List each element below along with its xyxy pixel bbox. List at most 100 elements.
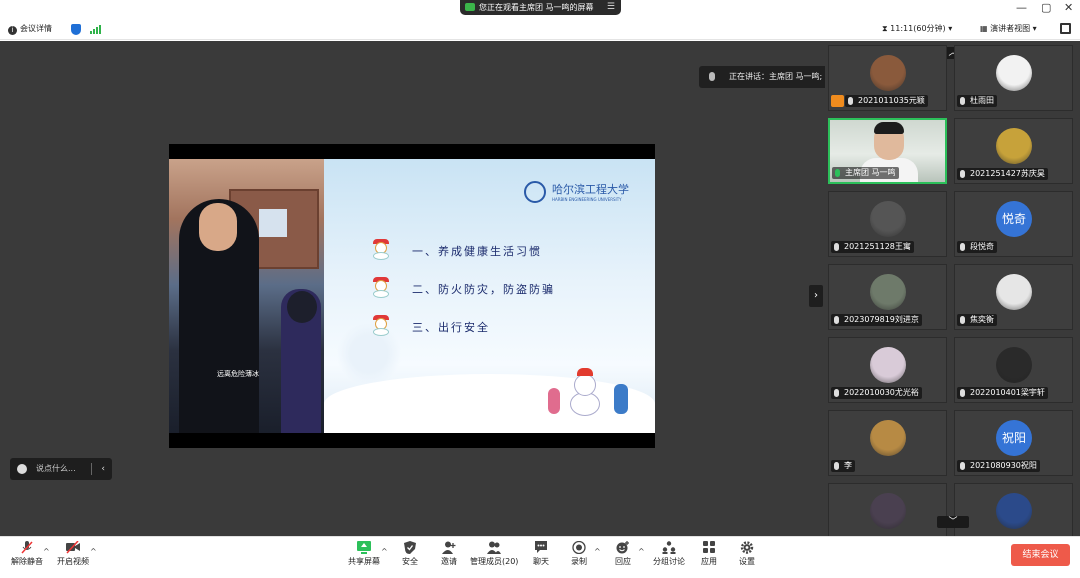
- reactions-options-caret[interactable]: ^: [638, 547, 645, 556]
- chat-button[interactable]: 聊天: [529, 541, 553, 575]
- invite-button[interactable]: 邀请: [437, 541, 461, 575]
- end-meeting-button[interactable]: 结束会议: [1011, 544, 1070, 566]
- participant-tile[interactable]: [828, 483, 947, 536]
- participant-tile[interactable]: 2023079819刘进京: [828, 264, 947, 330]
- participant-name: 2021251128王寓: [844, 242, 911, 251]
- chat-bubble-icon: [535, 541, 547, 553]
- share-options-caret[interactable]: ^: [381, 547, 388, 556]
- participant-avatar: [870, 493, 906, 529]
- participant-name-tag: 2021251427苏庆昊: [957, 168, 1048, 180]
- apps-button[interactable]: 应用: [697, 541, 721, 575]
- participant-name: 2022010401梁宇轩: [970, 388, 1045, 397]
- participant-name-tag: 2023079819刘进京: [831, 314, 922, 326]
- reactions-label: 回应: [615, 557, 631, 566]
- participant-tile[interactable]: 杜雨田: [954, 45, 1073, 111]
- collapse-chat-icon[interactable]: ‹: [101, 458, 105, 480]
- snowman-icon: [370, 315, 392, 337]
- members-icon: [487, 541, 501, 554]
- participant-tile[interactable]: 2022010401梁宇轩: [954, 337, 1073, 403]
- menu-icon[interactable]: ☰: [607, 3, 615, 12]
- security-button[interactable]: 安全: [398, 541, 422, 575]
- gallery-scroll-down-button[interactable]: ﹀: [937, 516, 969, 528]
- manage-members-button[interactable]: 管理成员(20): [470, 541, 518, 575]
- screen-share-icon: [465, 3, 475, 11]
- mic-icon: [848, 97, 853, 105]
- participant-avatar: [996, 128, 1032, 164]
- share-screen-button[interactable]: 共享屏幕: [347, 541, 381, 575]
- record-options-caret[interactable]: ^: [594, 547, 601, 556]
- network-signal-icon[interactable]: [90, 25, 101, 34]
- apps-label: 应用: [701, 557, 717, 566]
- maximize-button[interactable]: ▢: [1041, 2, 1051, 14]
- meeting-info-button[interactable]: i 会议详情: [8, 23, 52, 35]
- participant-name: 2021011035元颖: [858, 96, 925, 105]
- fullscreen-icon[interactable]: [1060, 23, 1071, 34]
- record-label: 录制: [571, 557, 587, 566]
- snowman-icon: [370, 277, 392, 299]
- unmute-button[interactable]: 解除静音: [10, 541, 44, 575]
- shield-icon: [404, 541, 416, 554]
- audio-options-caret[interactable]: ^: [43, 547, 50, 556]
- share-screen-label: 共享屏幕: [348, 557, 380, 566]
- participant-tile[interactable]: 2021011035元颖: [828, 45, 947, 111]
- security-label: 安全: [402, 557, 418, 566]
- chat-input[interactable]: 说点什么... ‹: [10, 458, 112, 480]
- meeting-timer-text: 11:11(60分钟): [890, 24, 946, 33]
- participant-gallery: ︿ 2021011035元颖 杜雨田 主席团 马一鸣 2021251427苏庆昊 2021…: [825, 41, 1080, 536]
- reactions-button[interactable]: 回应: [611, 541, 635, 575]
- participant-tile[interactable]: 焦奕衡: [954, 264, 1073, 330]
- participant-avatar: [996, 493, 1032, 529]
- gear-icon: [740, 541, 754, 554]
- mic-icon: [834, 243, 839, 251]
- mic-icon: [709, 72, 715, 81]
- mic-icon: [834, 316, 839, 324]
- participant-avatar: [870, 347, 906, 383]
- shared-screen-area: 正在讲话：主席团 马一鸣; 远离危险薄冰 哈尔滨工程大学 HARBIN ENGI…: [0, 41, 859, 536]
- university-name: 哈尔滨工程大学: [552, 183, 629, 196]
- participant-name: 杜雨田: [970, 96, 994, 105]
- top-bar: 您正在观看主席团 马一鸣的屏幕 ☰ — ▢ ✕ i 会议详情 ⧗ 11:11(60…: [0, 0, 1080, 40]
- breakout-label: 分组讨论: [653, 557, 685, 566]
- participant-avatar: [996, 274, 1032, 310]
- breakout-button[interactable]: 分组讨论: [652, 541, 686, 575]
- record-icon: [572, 541, 586, 554]
- minimize-button[interactable]: —: [1016, 2, 1027, 14]
- meeting-timer[interactable]: ⧗ 11:11(60分钟) ▾: [882, 23, 952, 35]
- settings-label: 设置: [739, 557, 755, 566]
- participant-tile[interactable]: 2021251427苏庆昊: [954, 118, 1073, 184]
- video-caption: 远离危险薄冰: [217, 370, 259, 378]
- mic-icon: [834, 389, 839, 397]
- security-shield-icon[interactable]: [71, 24, 81, 35]
- snowman-icon: [370, 239, 392, 261]
- chat-label: 聊天: [533, 557, 549, 566]
- settings-button[interactable]: 设置: [735, 541, 759, 575]
- video-options-caret[interactable]: ^: [90, 547, 97, 556]
- participant-tile[interactable]: 祝阳 2021080930祝阳: [954, 410, 1073, 476]
- participant-tile[interactable]: 2022010030尤光裕: [828, 337, 947, 403]
- participant-tile[interactable]: [954, 483, 1073, 536]
- record-button[interactable]: 录制: [567, 541, 591, 575]
- participant-tile[interactable]: 悦奇 段悦奇: [954, 191, 1073, 257]
- screen-share-notice[interactable]: 您正在观看主席团 马一鸣的屏幕 ☰: [460, 0, 621, 15]
- participant-name-tag: 杜雨田: [957, 95, 997, 107]
- embedded-video: 远离危险薄冰: [169, 159, 324, 433]
- mic-icon: [834, 462, 839, 470]
- emoji-icon[interactable]: [17, 464, 27, 474]
- close-button[interactable]: ✕: [1064, 2, 1073, 14]
- toggle-gallery-button[interactable]: ›: [809, 285, 823, 307]
- view-mode-dropdown[interactable]: ▦ 演讲者视图 ▾: [980, 23, 1037, 35]
- start-video-button[interactable]: 开启视频: [56, 541, 90, 575]
- unmute-label: 解除静音: [11, 557, 43, 566]
- participant-name: 焦奕衡: [970, 315, 994, 324]
- participant-tile[interactable]: 主席团 马一鸣: [828, 118, 947, 184]
- reaction-emoji-icon: [616, 541, 629, 554]
- participant-avatar: [996, 55, 1032, 91]
- participant-tile[interactable]: 2021251128王寓: [828, 191, 947, 257]
- layout-icon: ▦: [980, 24, 991, 33]
- participant-name-tag: 2021080930祝阳: [957, 460, 1040, 472]
- participant-name: 2022010030尤光裕: [844, 388, 919, 397]
- slide-item-2: 二、防火防灾，防盗防骗: [412, 283, 555, 296]
- participant-tile[interactable]: 李: [828, 410, 947, 476]
- participant-name-tag: 焦奕衡: [957, 314, 997, 326]
- participant-avatar: [870, 55, 906, 91]
